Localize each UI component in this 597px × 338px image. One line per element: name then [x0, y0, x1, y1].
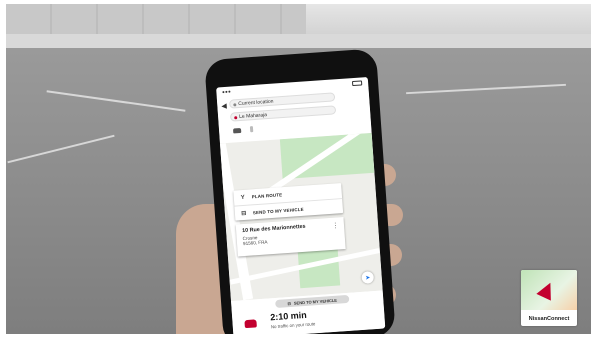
eta-time: 2:10 min: [269, 309, 308, 323]
destination-dot-icon: [234, 116, 238, 120]
road-marking: [46, 90, 186, 112]
plan-route-label: PLAN ROUTE: [251, 192, 283, 200]
origin-dot-icon: [233, 103, 237, 107]
more-options-icon[interactable]: ⋮: [332, 221, 339, 229]
route-fork-icon: Y: [240, 194, 246, 201]
walk-mode-icon[interactable]: [249, 126, 254, 133]
car-icon: [244, 319, 257, 329]
phone-screen: ◀ Current location Le Maharaja Y PLAN RO…: [216, 76, 386, 334]
send-to-vehicle-label: SEND TO MY VEHICLE: [252, 206, 304, 216]
road-marking: [7, 134, 115, 164]
eta-subtitle: No traffic on your route: [270, 321, 316, 330]
origin-value: Current location: [238, 98, 274, 108]
send-to-vehicle-button[interactable]: ⊟ SEND TO MY VEHICLE: [275, 294, 350, 308]
battery-icon: [351, 79, 363, 86]
smartphone: ◀ Current location Le Maharaja Y PLAN RO…: [204, 48, 396, 334]
navigation-arrow-icon[interactable]: ➤: [361, 271, 375, 284]
background-sidewalk: [6, 34, 591, 48]
action-menu: Y PLAN ROUTE ⊟ SEND TO MY VEHICLE: [233, 183, 344, 222]
road-marking: [406, 83, 566, 95]
photo-frame: ◀ Current location Le Maharaja Y PLAN RO…: [6, 4, 591, 334]
map-view[interactable]: Y PLAN ROUTE ⊟ SEND TO MY VEHICLE 10 Rue…: [219, 132, 383, 302]
car-mode-icon[interactable]: [232, 127, 242, 133]
back-arrow-icon[interactable]: ◀: [221, 102, 227, 110]
destination-value: Le Maharaja: [238, 112, 268, 121]
send-to-vehicle-button-label: SEND TO MY VEHICLE: [293, 297, 338, 306]
send-icon: ⊟: [287, 300, 292, 306]
send-to-car-icon: ⊟: [241, 210, 247, 218]
transport-modes: [232, 126, 254, 133]
nissanconnect-app-icon: NissanConnect: [521, 270, 577, 326]
signal-icon: [222, 90, 231, 94]
background-building: [6, 4, 306, 34]
app-logo-text: NissanConnect: [528, 316, 570, 322]
